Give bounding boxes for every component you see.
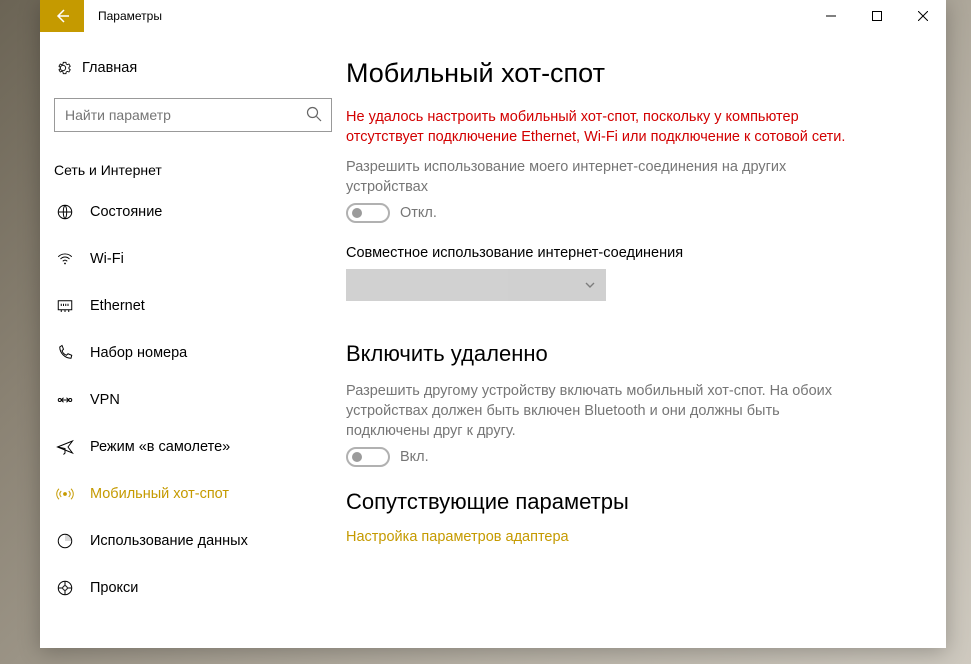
data-usage-icon xyxy=(54,532,76,550)
chevron-down-icon xyxy=(584,279,596,291)
remote-toggle[interactable] xyxy=(346,447,390,467)
airplane-icon xyxy=(54,438,76,456)
titlebar: Параметры xyxy=(40,0,946,32)
page-title: Мобильный хот-спот xyxy=(346,58,916,89)
sidebar-group-title: Сеть и Интернет xyxy=(54,162,346,178)
gear-icon xyxy=(54,60,72,76)
sidebar-item-label: Режим «в самолете» xyxy=(90,439,230,455)
share-from-dropdown[interactable] xyxy=(346,269,606,301)
sidebar-item-label: Wi-Fi xyxy=(90,251,124,267)
sidebar-item-ethernet[interactable]: Ethernet xyxy=(40,282,346,329)
share-toggle-label: Откл. xyxy=(400,205,437,221)
window-title: Параметры xyxy=(98,9,162,23)
sidebar: Главная Сеть и Интернет Состояние Wi-Fi xyxy=(40,32,346,648)
sidebar-item-wifi[interactable]: Wi-Fi xyxy=(40,235,346,282)
share-description: Разрешить использование моего интернет-с… xyxy=(346,157,866,197)
window-body: Главная Сеть и Интернет Состояние Wi-Fi xyxy=(40,32,946,648)
remote-toggle-label: Вкл. xyxy=(400,449,429,465)
vpn-icon xyxy=(54,391,76,409)
sidebar-item-label: Использование данных xyxy=(90,533,248,549)
remote-section-desc: Разрешить другому устройству включать мо… xyxy=(346,381,866,441)
home-label: Главная xyxy=(82,60,137,76)
settings-window: Параметры Главная xyxy=(40,0,946,648)
sidebar-item-hotspot[interactable]: Мобильный хот-спот xyxy=(40,470,346,517)
sidebar-item-label: Ethernet xyxy=(90,298,145,314)
sidebar-item-datausage[interactable]: Использование данных xyxy=(40,517,346,564)
toggle-knob xyxy=(352,452,362,462)
share-toggle-row: Откл. xyxy=(346,203,916,223)
toggle-knob xyxy=(352,208,362,218)
sidebar-item-label: Прокси xyxy=(90,580,138,596)
share-from-label: Совместное использование интернет-соедин… xyxy=(346,245,916,261)
sidebar-item-airplane[interactable]: Режим «в самолете» xyxy=(40,423,346,470)
search-icon xyxy=(306,106,322,127)
proxy-icon xyxy=(54,579,76,597)
share-toggle[interactable] xyxy=(346,203,390,223)
minimize-icon xyxy=(826,11,836,21)
sidebar-item-status[interactable]: Состояние xyxy=(40,188,346,235)
arrow-left-icon xyxy=(54,8,70,24)
minimize-button[interactable] xyxy=(808,0,854,32)
window-controls xyxy=(808,0,946,32)
sidebar-item-label: VPN xyxy=(90,392,120,408)
main-content: Мобильный хот-спот Не удалось настроить … xyxy=(346,32,946,648)
remote-section-title: Включить удаленно xyxy=(346,341,916,367)
close-icon xyxy=(918,11,928,21)
phone-icon xyxy=(54,344,76,362)
sidebar-item-label: Набор номера xyxy=(90,345,187,361)
maximize-icon xyxy=(872,11,882,21)
search-container xyxy=(54,98,332,132)
wifi-icon xyxy=(54,250,76,268)
home-button[interactable]: Главная xyxy=(40,52,346,84)
hotspot-icon xyxy=(54,485,76,503)
search-input[interactable] xyxy=(54,98,332,132)
adapter-settings-link[interactable]: Настройка параметров адаптера xyxy=(346,529,916,545)
sidebar-nav: Состояние Wi-Fi Ethernet Набор номера VP xyxy=(40,188,346,611)
hotspot-error-message: Не удалось настроить мобильный хот-спот,… xyxy=(346,107,866,147)
sidebar-item-vpn[interactable]: VPN xyxy=(40,376,346,423)
sidebar-item-label: Состояние xyxy=(90,204,162,220)
close-button[interactable] xyxy=(900,0,946,32)
globe-icon xyxy=(54,203,76,221)
maximize-button[interactable] xyxy=(854,0,900,32)
back-button[interactable] xyxy=(40,0,84,32)
sidebar-item-proxy[interactable]: Прокси xyxy=(40,564,346,611)
sidebar-item-label: Мобильный хот-спот xyxy=(90,486,229,502)
sidebar-item-dialup[interactable]: Набор номера xyxy=(40,329,346,376)
ethernet-icon xyxy=(54,297,76,315)
related-section-title: Сопутствующие параметры xyxy=(346,489,916,515)
remote-toggle-row: Вкл. xyxy=(346,447,916,467)
